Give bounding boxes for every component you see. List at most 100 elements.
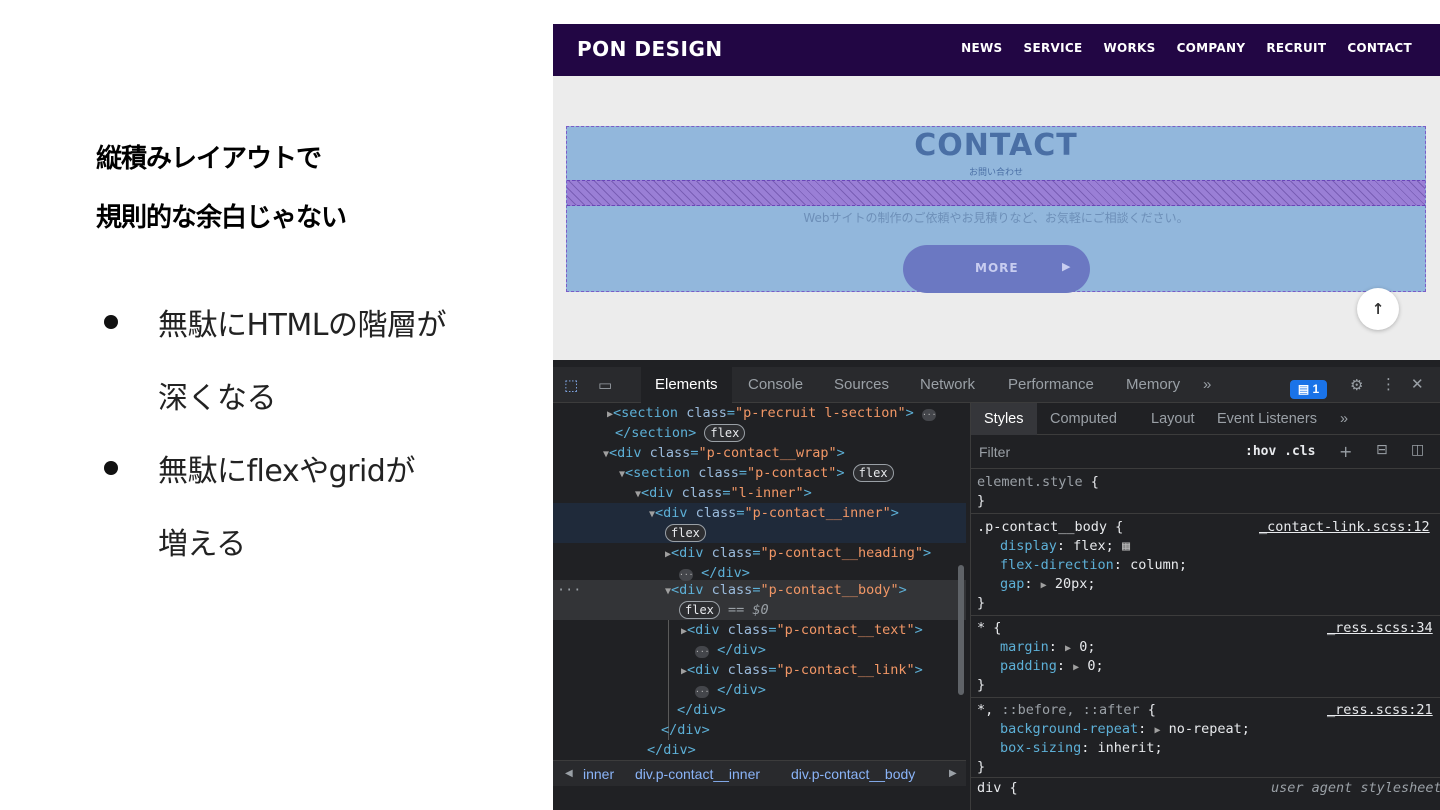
rule-source-ua: user agent stylesheet [1271, 780, 1440, 796]
rule-close: } [977, 759, 986, 775]
site-nav: NEWS SERVICE WORKS COMPANY RECRUIT CONTA… [961, 41, 1412, 55]
inspect-element-icon[interactable]: ⬚ [564, 376, 578, 394]
rule-divider [971, 697, 1440, 698]
rule-close: } [977, 595, 986, 611]
dom-node-section-close[interactable]: </section> flex [615, 423, 746, 443]
dom-node-contact-inner[interactable]: ▼<div class="p-contact__inner"> [649, 503, 899, 523]
dom-tree: ▶<section class="p-recruit l-section"> ·… [553, 403, 966, 760]
rule-close: } [977, 677, 986, 693]
contact-subtitle: お問い合わせ [968, 168, 1023, 178]
css-property[interactable]: background-repeat: ▶ no-repeat; [1000, 720, 1250, 739]
dom-node-link[interactable]: ▶<div class="p-contact__link"> [681, 660, 923, 680]
more-tabs-icon[interactable]: » [1340, 403, 1348, 435]
breadcrumb-item[interactable]: inner [583, 761, 614, 787]
slide-heading-line1: 縦積みレイアウトで [96, 144, 322, 174]
bullet-1-line2: 深くなる [158, 381, 277, 416]
styles-filter-bar: Filter :hov .cls + ⊟ ◫ [971, 435, 1440, 469]
more-button[interactable]: MORE ▶ [903, 245, 1090, 293]
settings-gear-icon[interactable]: ⚙ [1350, 376, 1363, 394]
nav-company[interactable]: COMPANY [1177, 41, 1246, 55]
arrow-up-icon: ↑ [1371, 300, 1385, 318]
slide-heading-line2: 規則的な余白じゃない [96, 203, 347, 233]
tab-performance[interactable]: Performance [1008, 367, 1094, 403]
dom-node-text[interactable]: ▶<div class="p-contact__text"> [681, 620, 923, 640]
nav-service[interactable]: SERVICE [1024, 41, 1083, 55]
breadcrumb-right-arrow-icon[interactable]: ▶ [949, 761, 957, 787]
dom-node-l-inner[interactable]: ▼<div class="l-inner"> [635, 483, 812, 503]
tab-event-listeners[interactable]: Event Listeners [1217, 403, 1317, 435]
rule-selector-star[interactable]: * { [977, 619, 1001, 638]
contact-inner-highlight: CONTACT お問い合わせ Webサイトの制作のご依頼やお見積りなど、お気軽に… [566, 126, 1426, 293]
back-to-top-button[interactable]: ↑ [1357, 288, 1399, 330]
flex-gap-overlay [567, 180, 1425, 206]
css-property[interactable]: display: flex; ▦ [1000, 537, 1130, 556]
styles-filter-input[interactable]: Filter [979, 444, 1010, 460]
dom-scrollbar[interactable] [958, 565, 964, 695]
issues-badge[interactable]: ▤ 1 [1290, 380, 1327, 399]
rule-divider [971, 777, 1440, 778]
paint-icon[interactable]: ⊟ [1376, 442, 1388, 458]
breadcrumb-item[interactable]: div.p-contact__inner [635, 761, 760, 787]
more-tabs-icon[interactable]: » [1203, 367, 1211, 403]
site-logo[interactable]: PON DESIGN [577, 37, 723, 61]
breadcrumb-left-arrow-icon[interactable]: ◀ [565, 761, 573, 787]
tab-computed[interactable]: Computed [1050, 403, 1117, 435]
bullet-dot [104, 461, 118, 475]
tab-console[interactable]: Console [748, 367, 803, 403]
rule-source-link[interactable]: _ress.scss:34 [1327, 619, 1433, 638]
website-preview: PON DESIGN NEWS SERVICE WORKS COMPANY RE… [553, 24, 1440, 360]
hov-cls-toggles[interactable]: :hov .cls [1245, 444, 1315, 459]
tab-memory[interactable]: Memory [1126, 367, 1180, 403]
tab-elements[interactable]: Elements [641, 367, 732, 403]
element-style-rule[interactable]: element.style { [977, 473, 1099, 492]
rule-source-link[interactable]: _contact-link.scss:12 [1259, 518, 1430, 537]
dom-node-recruit[interactable]: ▶<section class="p-recruit l-section"> ·… [607, 403, 936, 423]
slide-text-area: 縦積みレイアウトで 規則的な余白じゃない 無駄にHTMLの階層が 深くなる 無駄… [0, 0, 553, 810]
rule-selector-before-after[interactable]: *, ::before, ::after { [977, 701, 1156, 720]
bullet-2-line1: 無駄にflexやgridが [158, 454, 415, 489]
nav-contact[interactable]: CONTACT [1347, 41, 1412, 55]
flexbox-editor-icon: ▦ [1121, 538, 1131, 554]
dom-node-body-selected[interactable]: ▼<div class="p-contact__body"> [665, 580, 907, 600]
css-property[interactable]: padding: ▶ 0; [1000, 657, 1104, 676]
device-toolbar-icon[interactable]: ▭ [598, 376, 612, 394]
breadcrumb-item[interactable]: div.p-contact__body [791, 761, 915, 787]
contact-text: Webサイトの制作のご依頼やお見積りなど、お気軽にご相談ください。 [803, 211, 1189, 225]
tab-network[interactable]: Network [920, 367, 975, 403]
tab-styles[interactable]: Styles [971, 403, 1037, 435]
rule-source-link[interactable]: _ress.scss:21 [1327, 701, 1433, 720]
styles-pane: Styles Computed Layout Event Listeners »… [970, 403, 1440, 810]
dom-node-inner-close[interactable]: </div> [661, 720, 710, 740]
sidebar-toggle-icon[interactable]: ◫ [1411, 442, 1424, 458]
css-property[interactable]: gap: ▶ 20px; [1000, 575, 1095, 594]
nav-works[interactable]: WORKS [1103, 41, 1155, 55]
kebab-menu-icon[interactable]: ⋮ [1381, 375, 1396, 393]
nav-news[interactable]: NEWS [961, 41, 1002, 55]
dom-node-heading[interactable]: ▶<div class="p-contact__heading"> [665, 543, 931, 563]
css-property[interactable]: flex-direction: column; [1000, 556, 1187, 575]
rule-close: } [977, 493, 986, 509]
dom-node-l-inner-close[interactable]: </div> [647, 740, 696, 760]
tab-sources[interactable]: Sources [834, 367, 889, 403]
add-rule-icon[interactable]: + [1339, 442, 1352, 461]
dom-node-text-close[interactable]: ··· </div> [695, 640, 766, 660]
dom-node-body-close[interactable]: </div> [677, 700, 726, 720]
css-property[interactable]: margin: ▶ 0; [1000, 638, 1095, 657]
row-menu-icon[interactable]: ··· [557, 580, 581, 600]
contact-title: CONTACT [914, 128, 1078, 163]
site-header: PON DESIGN NEWS SERVICE WORKS COMPANY RE… [553, 24, 1440, 76]
dom-node-link-close[interactable]: ··· </div> [695, 680, 766, 700]
rule-divider [971, 615, 1440, 616]
flex-badge[interactable]: flex [665, 523, 706, 543]
dom-node-contact-wrap[interactable]: ▼<div class="p-contact__wrap"> [603, 443, 845, 463]
nav-recruit[interactable]: RECRUIT [1266, 41, 1326, 55]
dom-node-contact[interactable]: ▼<section class="p-contact"> flex [619, 463, 894, 483]
play-arrow-icon: ▶ [1062, 260, 1071, 273]
issues-count: 1 [1312, 382, 1320, 396]
close-icon[interactable]: ✕ [1411, 375, 1424, 393]
css-property[interactable]: box-sizing: inherit; [1000, 739, 1163, 758]
rule-selector-body[interactable]: .p-contact__body { [977, 518, 1123, 537]
rule-selector-div[interactable]: div { [977, 779, 1018, 798]
selected-node-meta[interactable]: flex == $0 [679, 600, 769, 620]
tab-layout[interactable]: Layout [1151, 403, 1195, 435]
